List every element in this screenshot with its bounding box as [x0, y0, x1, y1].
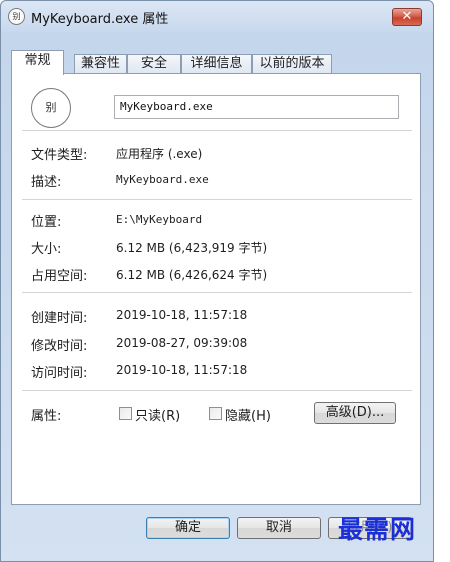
size-value: 6.12 MB (6,423,919 字节) [116, 241, 268, 255]
tab-compatibility[interactable]: 兼容性 [74, 54, 127, 74]
disk-size-value: 6.12 MB (6,426,624 字节) [116, 268, 268, 282]
watermark-logo: 最需网 [338, 515, 417, 544]
tab-general[interactable]: 常规 [11, 50, 64, 75]
tab-strip: 常规 兼容性 安全 详细信息 以前的版本 [11, 50, 419, 75]
modified-value: 2019-08-27, 09:39:08 [116, 336, 248, 350]
hidden-checkbox[interactable] [209, 407, 222, 420]
created-label: 创建时间: [31, 311, 88, 326]
tab-security[interactable]: 安全 [127, 54, 181, 74]
advanced-button[interactable]: 高级(D)... [314, 402, 396, 424]
separator [22, 292, 412, 293]
app-icon: 别 [8, 8, 25, 25]
properties-window: 别 MyKeyboard.exe 属性 ✕ 常规 兼容性 安全 详细信息 以前的… [0, 0, 434, 562]
tab-details[interactable]: 详细信息 [181, 54, 252, 74]
description-value: MyKeyboard.exe [116, 173, 209, 186]
created-value: 2019-10-18, 11:57:18 [116, 308, 248, 322]
separator [22, 199, 412, 200]
hidden-label[interactable]: 隐藏(H) [225, 405, 271, 424]
attributes-label: 属性: [31, 409, 62, 424]
modified-label: 修改时间: [31, 339, 88, 354]
cancel-button[interactable]: 取消 [237, 517, 321, 539]
close-button[interactable]: ✕ [392, 8, 422, 26]
file-type-value: 应用程序 (.exe) [116, 147, 203, 161]
readonly-checkbox[interactable] [119, 407, 132, 420]
general-panel: 别 MyKeyboard.exe 文件类型: 应用程序 (.exe) 描述: M… [11, 73, 421, 505]
file-type-label: 文件类型: [31, 148, 88, 163]
size-label: 大小: [31, 242, 62, 257]
separator [22, 390, 412, 391]
accessed-value: 2019-10-18, 11:57:18 [116, 363, 248, 377]
window-title: MyKeyboard.exe 属性 [31, 12, 169, 27]
location-label: 位置: [31, 215, 62, 230]
accessed-label: 访问时间: [31, 366, 88, 381]
readonly-label[interactable]: 只读(R) [135, 405, 180, 424]
tab-previous-versions[interactable]: 以前的版本 [252, 54, 332, 74]
separator [22, 130, 412, 131]
ok-button[interactable]: 确定 [146, 517, 230, 539]
location-value: E:\MyKeyboard [116, 213, 203, 226]
description-label: 描述: [31, 175, 62, 190]
file-icon: 别 [31, 88, 71, 128]
title-bar[interactable]: 别 MyKeyboard.exe 属性 ✕ [1, 1, 433, 31]
disk-size-label: 占用空间: [31, 269, 88, 284]
file-name-input[interactable]: MyKeyboard.exe [114, 95, 399, 119]
